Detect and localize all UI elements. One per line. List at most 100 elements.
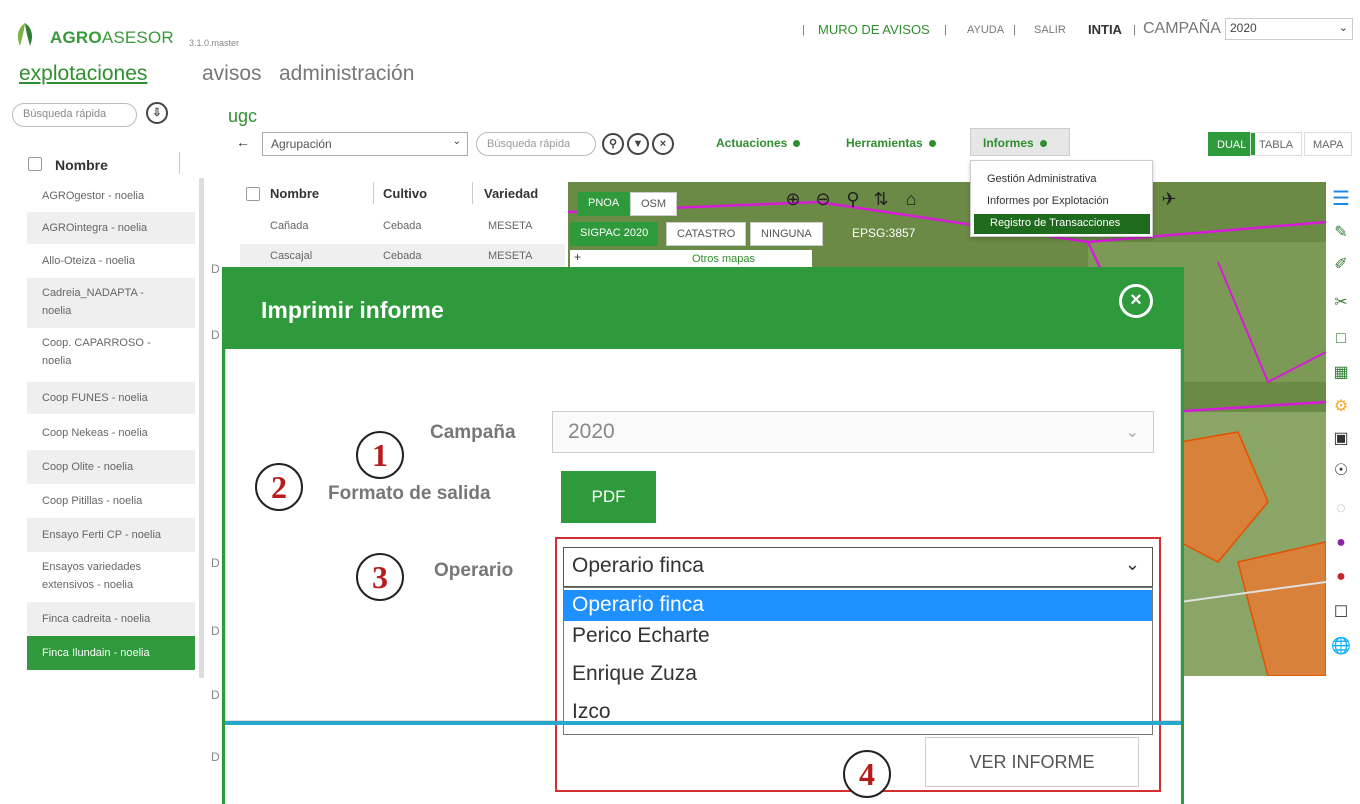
column-divider — [373, 182, 374, 204]
left-search-input[interactable]: Búsqueda rápida — [12, 103, 137, 127]
operario-select[interactable]: Operario finca ⌄ — [563, 547, 1153, 587]
list-item[interactable]: Coop Pitillas - noelia — [27, 484, 195, 518]
bg-text: D — [211, 556, 220, 570]
list-item-line: Cadreia_NADAPTA - — [42, 287, 144, 299]
list-item-line: Coop. CAPARROSO - — [42, 337, 151, 349]
left-scrollbar[interactable] — [199, 178, 204, 678]
muro-avisos-link[interactable]: MURO DE AVISOS — [818, 22, 930, 37]
projection-label: EPSG:3857 — [852, 226, 916, 240]
callout-1: 1 — [356, 431, 404, 479]
list-item[interactable]: Cadreia_NADAPTA - noelia — [27, 278, 195, 328]
shape-purple-icon[interactable]: ● — [1330, 532, 1352, 554]
left-column-header: Nombre — [55, 157, 108, 173]
user-name: INTIA — [1088, 22, 1122, 37]
view-tabla-button[interactable]: TABLA — [1250, 132, 1303, 156]
rectangle-icon[interactable]: ☐ — [1330, 602, 1352, 624]
ayuda-link[interactable]: AYUDA — [967, 24, 1004, 36]
map-layer-sigpac[interactable]: SIGPAC 2020 — [570, 222, 659, 246]
measure-area-icon[interactable]: ⌂ — [900, 188, 922, 210]
herramientas-menu[interactable]: Herramientas — [846, 136, 936, 150]
chevron-down-icon: ⌄ — [452, 136, 461, 147]
campana-select[interactable]: 2020 ⌄ — [552, 411, 1154, 453]
import-layer-icon[interactable]: ✎ — [1330, 222, 1352, 244]
list-item[interactable]: Coop Nekeas - noelia — [27, 416, 195, 450]
map-layer-catastro[interactable]: CATASTRO — [666, 222, 747, 246]
campaign-select[interactable]: 2020 ⌄ — [1225, 18, 1353, 40]
back-arrow-icon[interactable]: ← — [236, 134, 250, 150]
column-divider — [472, 182, 473, 204]
draw-icon[interactable]: ✐ — [1330, 254, 1352, 276]
settings-icon[interactable]: ⚙ — [1330, 396, 1352, 418]
informes-menu[interactable]: Informes — [970, 128, 1070, 156]
otros-mapas-bar[interactable]: + Otros mapas — [570, 250, 812, 268]
list-item[interactable]: AGROgestor - noelia — [27, 180, 195, 212]
edit-polygon-icon[interactable]: □ — [1330, 328, 1352, 350]
bg-text: D — [211, 262, 220, 276]
operario-option[interactable]: Operario finca — [564, 590, 1152, 621]
list-item-selected[interactable]: Finca Ilundain - noelia — [27, 636, 195, 670]
callout-2: 2 — [255, 463, 303, 511]
nav-explotaciones[interactable]: explotaciones — [19, 62, 147, 86]
table-cell: MESETA — [488, 220, 533, 232]
menu-item-gestion[interactable]: Gestión Administrativa — [971, 170, 1152, 190]
map-layer-osm[interactable]: OSM — [630, 192, 678, 216]
logo-icon — [17, 23, 33, 46]
zoom-extent-icon[interactable]: ⚲ — [842, 188, 864, 210]
close-icon[interactable]: × — [1119, 284, 1153, 318]
operario-option[interactable]: Enrique Zuza — [564, 659, 1152, 690]
nav-administracion[interactable]: administración — [279, 62, 414, 86]
expand-icon: + — [574, 250, 582, 264]
ver-informe-button[interactable]: VER INFORME — [925, 737, 1139, 787]
list-item[interactable]: Ensayos variedades extensivos - noelia — [27, 552, 195, 602]
view-mapa-button[interactable]: MAPA — [1304, 132, 1353, 156]
target-icon[interactable]: ☉ — [1330, 460, 1352, 482]
agrupacion-select[interactable]: Agrupación ⌄ — [262, 132, 468, 156]
table-header-cultivo[interactable]: Cultivo — [383, 186, 427, 201]
menu-item-registro-transacciones[interactable]: Registro de Transacciones — [974, 214, 1150, 234]
table-cell: Cebada — [383, 220, 422, 232]
menu-icon[interactable]: ☰ — [1330, 188, 1352, 210]
zoom-in-icon[interactable]: ⊕ — [782, 188, 804, 210]
drone-icon[interactable]: ✈ — [1158, 188, 1180, 210]
globe-icon[interactable]: 🌐 — [1330, 636, 1352, 658]
measure-line-icon[interactable]: ⇅ — [870, 188, 892, 210]
select-all-checkbox[interactable] — [28, 157, 42, 171]
layers-icon[interactable]: ▦ — [1330, 362, 1352, 384]
actuaciones-menu[interactable]: Actuaciones — [716, 136, 801, 150]
map-layer-ninguna[interactable]: NINGUNA — [750, 222, 823, 246]
list-item[interactable]: Finca cadreita - noelia — [27, 602, 195, 636]
pdf-format-button[interactable]: PDF — [561, 471, 656, 523]
column-divider — [179, 152, 180, 174]
menu-item-informes-explotacion[interactable]: Informes por Explotación — [971, 192, 1152, 212]
map-layer-pnoa[interactable]: PNOA — [578, 192, 630, 216]
list-item[interactable]: Coop Olite - noelia — [27, 450, 195, 484]
formato-salida-label: Formato de salida — [328, 483, 491, 504]
nav-avisos[interactable]: avisos — [202, 62, 262, 86]
status-dot-icon — [1039, 140, 1047, 148]
separator: | — [1133, 24, 1136, 36]
separator: | — [1013, 24, 1016, 36]
list-item-line: extensivos - noelia — [42, 579, 134, 591]
table-header-nombre[interactable]: Nombre — [270, 186, 319, 201]
search-icon[interactable]: ⚲ — [602, 133, 624, 155]
view-dual-button[interactable]: DUAL — [1208, 132, 1256, 156]
table-search-input[interactable]: Búsqueda rápida — [476, 132, 596, 156]
list-item[interactable]: AGROintegra - noelia — [27, 212, 195, 244]
list-item[interactable]: Coop FUNES - noelia — [27, 382, 195, 414]
list-item[interactable]: Allo-Oteiza - noelia — [27, 244, 195, 278]
export-icon[interactable]: ⇩ — [146, 102, 168, 124]
filter-icon[interactable]: ▼ — [627, 133, 649, 155]
table-header-variedad[interactable]: Variedad — [484, 186, 538, 201]
operario-option[interactable]: Perico Echarte — [564, 621, 1152, 652]
table-select-all-checkbox[interactable] — [246, 187, 260, 201]
cut-icon[interactable]: ✂ — [1330, 292, 1352, 314]
split-icon[interactable]: ▣ — [1330, 428, 1352, 450]
shape-gray-icon[interactable]: ◌ — [1330, 498, 1352, 520]
zoom-out-icon[interactable]: ⊖ — [812, 188, 834, 210]
shape-red-icon[interactable]: ● — [1330, 566, 1352, 588]
list-item[interactable]: Coop. CAPARROSO - noelia — [27, 328, 195, 378]
salir-link[interactable]: SALIR — [1034, 24, 1066, 36]
table-cell: Cebada — [383, 250, 422, 262]
list-item[interactable]: Ensayo Ferti CP - noelia — [27, 518, 195, 552]
clear-filter-icon[interactable]: × — [652, 133, 674, 155]
